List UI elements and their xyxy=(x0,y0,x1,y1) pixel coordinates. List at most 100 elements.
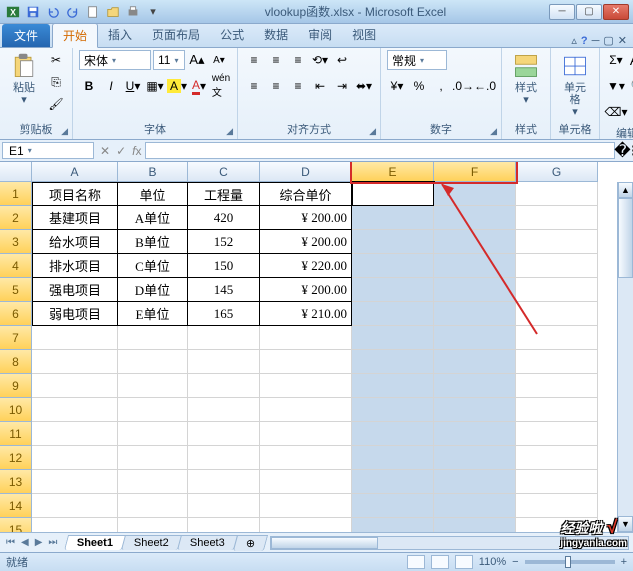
zoom-thumb[interactable] xyxy=(565,556,571,568)
page-break-view-icon[interactable] xyxy=(455,555,473,569)
cell-A7[interactable] xyxy=(32,326,118,350)
workbook-restore-icon[interactable]: ▢ xyxy=(603,34,613,47)
cell-F14[interactable] xyxy=(434,494,516,518)
cell-G13[interactable] xyxy=(516,470,598,494)
cell-G2[interactable] xyxy=(516,206,598,230)
vertical-scrollbar[interactable]: ▲ ▼ xyxy=(617,182,633,532)
cell-A15[interactable] xyxy=(32,518,118,532)
cell-C11[interactable] xyxy=(188,422,260,446)
cell-B14[interactable] xyxy=(118,494,188,518)
column-header-F[interactable]: F xyxy=(434,162,516,182)
cut-icon[interactable]: ✂ xyxy=(46,50,66,70)
name-box[interactable]: E1▾ xyxy=(2,142,94,159)
row-header-4[interactable]: 4 xyxy=(0,254,32,278)
cell-E10[interactable] xyxy=(352,398,434,422)
cell-G8[interactable] xyxy=(516,350,598,374)
merge-center-icon[interactable]: ⬌▾ xyxy=(354,76,374,96)
page-layout-view-icon[interactable] xyxy=(431,555,449,569)
styles-button[interactable]: 样式▾ xyxy=(508,50,544,108)
cell-F1[interactable] xyxy=(434,182,516,206)
cell-A12[interactable] xyxy=(32,446,118,470)
save-icon[interactable] xyxy=(24,3,42,21)
tab-nav-first-icon[interactable]: ⏮ xyxy=(4,537,17,548)
decrease-indent-icon[interactable]: ⇤ xyxy=(310,76,330,96)
cell-G6[interactable] xyxy=(516,302,598,326)
increase-indent-icon[interactable]: ⇥ xyxy=(332,76,352,96)
cell-D12[interactable] xyxy=(260,446,352,470)
cell-F4[interactable] xyxy=(434,254,516,278)
cell-G14[interactable] xyxy=(516,494,598,518)
zoom-out-icon[interactable]: − xyxy=(512,556,518,568)
cell-B2[interactable]: A单位 xyxy=(118,206,188,230)
cell-B13[interactable] xyxy=(118,470,188,494)
row-header-13[interactable]: 13 xyxy=(0,470,32,494)
cell-A1[interactable]: 项目名称 xyxy=(32,182,118,206)
orientation-icon[interactable]: ⟲▾ xyxy=(310,50,330,70)
row-header-1[interactable]: 1 xyxy=(0,182,32,206)
cell-B8[interactable] xyxy=(118,350,188,374)
workbook-minimize-icon[interactable]: ─ xyxy=(592,35,600,47)
cell-E5[interactable] xyxy=(352,278,434,302)
cell-B7[interactable] xyxy=(118,326,188,350)
ribbon-tab-插入[interactable]: 插入 xyxy=(98,23,142,47)
cell-F11[interactable] xyxy=(434,422,516,446)
help-icon[interactable]: ? xyxy=(581,35,588,47)
align-bottom-icon[interactable]: ≡ xyxy=(288,50,308,70)
new-sheet-button[interactable]: ⊕ xyxy=(233,535,269,551)
cell-D7[interactable] xyxy=(260,326,352,350)
cell-C14[interactable] xyxy=(188,494,260,518)
row-header-8[interactable]: 8 xyxy=(0,350,32,374)
new-icon[interactable] xyxy=(84,3,102,21)
file-tab[interactable]: 文件 xyxy=(2,24,50,47)
border-button[interactable]: ▦▾ xyxy=(145,76,165,96)
cell-G4[interactable] xyxy=(516,254,598,278)
font-size-select[interactable]: 11▾ xyxy=(153,50,185,70)
cell-C7[interactable] xyxy=(188,326,260,350)
ribbon-tab-公式[interactable]: 公式 xyxy=(210,23,254,47)
cell-G1[interactable] xyxy=(516,182,598,206)
insert-function-icon[interactable]: fx xyxy=(132,144,141,158)
cells-button[interactable]: 单元格▾ xyxy=(557,50,593,120)
cancel-formula-icon[interactable]: ✕ xyxy=(100,144,110,158)
cell-F2[interactable] xyxy=(434,206,516,230)
cell-D11[interactable] xyxy=(260,422,352,446)
find-icon[interactable]: 🔍 xyxy=(628,76,633,96)
minimize-ribbon-icon[interactable]: ▵ xyxy=(571,34,577,47)
column-header-D[interactable]: D xyxy=(260,162,352,182)
cell-C5[interactable]: 145 xyxy=(188,278,260,302)
comma-icon[interactable]: , xyxy=(431,76,451,96)
row-header-2[interactable]: 2 xyxy=(0,206,32,230)
cell-C9[interactable] xyxy=(188,374,260,398)
row-header-6[interactable]: 6 xyxy=(0,302,32,326)
open-icon[interactable] xyxy=(104,3,122,21)
maximize-button[interactable]: ▢ xyxy=(576,4,602,20)
vscroll-thumb[interactable] xyxy=(618,198,633,278)
currency-icon[interactable]: ¥▾ xyxy=(387,76,407,96)
ribbon-tab-审阅[interactable]: 审阅 xyxy=(298,23,342,47)
phonetic-button[interactable]: wén文 xyxy=(211,76,231,96)
sheet-tab-Sheet1[interactable]: Sheet1 xyxy=(64,535,126,550)
cell-B11[interactable] xyxy=(118,422,188,446)
cell-E14[interactable] xyxy=(352,494,434,518)
decrease-decimal-icon[interactable]: ←.0 xyxy=(475,76,495,96)
cell-E9[interactable] xyxy=(352,374,434,398)
row-header-10[interactable]: 10 xyxy=(0,398,32,422)
cell-A8[interactable] xyxy=(32,350,118,374)
align-top-icon[interactable]: ≡ xyxy=(244,50,264,70)
font-name-select[interactable]: 宋体▾ xyxy=(79,50,151,70)
cells-grid[interactable]: 项目名称单位工程量综合单价基建项目A单位420¥ 200.00给水项目B单位15… xyxy=(32,182,598,532)
tab-nav-next-icon[interactable]: ▶ xyxy=(33,537,45,548)
row-header-12[interactable]: 12 xyxy=(0,446,32,470)
align-right-icon[interactable]: ≡ xyxy=(288,76,308,96)
sheet-tab-Sheet3[interactable]: Sheet3 xyxy=(177,535,238,550)
cell-E11[interactable] xyxy=(352,422,434,446)
ribbon-tab-页面布局[interactable]: 页面布局 xyxy=(142,23,210,47)
clipboard-dialog-icon[interactable]: ◢ xyxy=(61,126,68,137)
cell-C8[interactable] xyxy=(188,350,260,374)
cell-A13[interactable] xyxy=(32,470,118,494)
cell-E2[interactable] xyxy=(352,206,434,230)
cell-B9[interactable] xyxy=(118,374,188,398)
ribbon-tab-视图[interactable]: 视图 xyxy=(342,23,386,47)
cell-C10[interactable] xyxy=(188,398,260,422)
ribbon-tab-开始[interactable]: 开始 xyxy=(52,23,98,48)
